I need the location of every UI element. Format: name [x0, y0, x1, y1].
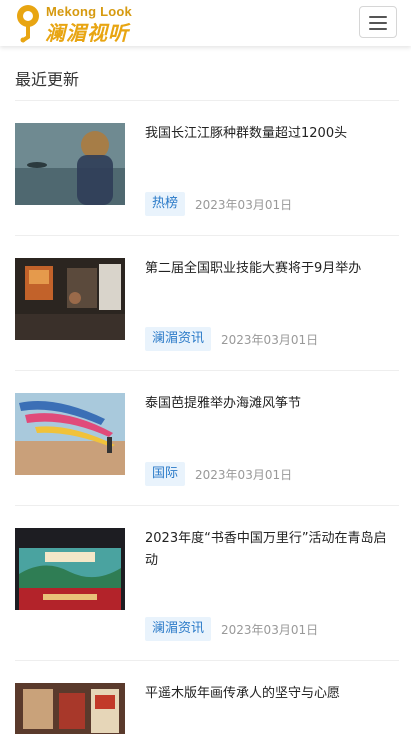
section-title: 最近更新: [15, 70, 80, 89]
article-meta: 澜湄资讯 2023年03月01日: [145, 327, 318, 351]
article-tag[interactable]: 澜湄资讯: [145, 327, 212, 351]
article-title[interactable]: 我国长江江豚种群数量超过1200头: [145, 123, 399, 145]
article-title[interactable]: 第二届全国职业技能大赛将于9月举办: [145, 258, 399, 280]
logo-chinese-text: 澜湄视听: [45, 21, 129, 45]
hamburger-menu-icon: [369, 16, 387, 18]
article-date: 2023年03月01日: [195, 197, 293, 212]
menu-toggle-button[interactable]: [359, 6, 397, 38]
article-item[interactable]: 第二届全国职业技能大赛将于9月举办 澜湄资讯 2023年03月01日: [15, 236, 399, 371]
logo-mark-icon: [17, 5, 39, 43]
site-logo[interactable]: Mekong Look 澜湄视听: [14, 3, 139, 45]
article-meta: 热榜 2023年03月01日: [145, 192, 292, 216]
article-title[interactable]: 平遥木版年画传承人的坚守与心愿: [145, 683, 399, 705]
article-thumbnail[interactable]: [15, 258, 125, 340]
article-meta: 澜湄资讯 2023年03月01日: [145, 617, 318, 641]
article-title[interactable]: 泰国芭提雅举办海滩风筝节: [145, 393, 399, 415]
article-item[interactable]: 泰国芭提雅举办海滩风筝节 国际 2023年03月01日: [15, 371, 399, 506]
article-tag[interactable]: 国际: [145, 462, 186, 486]
article-thumbnail[interactable]: [15, 683, 125, 734]
article-date: 2023年03月01日: [221, 622, 319, 637]
article-title[interactable]: 2023年度“书香中国万里行”活动在青岛启动: [145, 528, 399, 572]
article-meta: 国际 2023年03月01日: [145, 462, 292, 486]
article-thumbnail[interactable]: [15, 123, 125, 205]
article-tag[interactable]: 热榜: [145, 192, 186, 216]
article-item[interactable]: 平遥木版年画传承人的坚守与心愿: [15, 661, 399, 734]
top-bar: Mekong Look 澜湄视听: [0, 0, 411, 46]
article-item[interactable]: 我国长江江豚种群数量超过1200头 热榜 2023年03月01日: [15, 101, 399, 236]
hamburger-menu-icon: [369, 22, 387, 24]
article-date: 2023年03月01日: [221, 332, 319, 347]
article-item[interactable]: 2023年度“书香中国万里行”活动在青岛启动 澜湄资讯 2023年03月01日: [15, 506, 399, 661]
hamburger-menu-icon: [369, 28, 387, 30]
article-thumbnail[interactable]: [15, 528, 125, 610]
article-thumbnail[interactable]: [15, 393, 125, 475]
article-date: 2023年03月01日: [195, 467, 293, 482]
article-tag[interactable]: 澜湄资讯: [145, 617, 212, 641]
